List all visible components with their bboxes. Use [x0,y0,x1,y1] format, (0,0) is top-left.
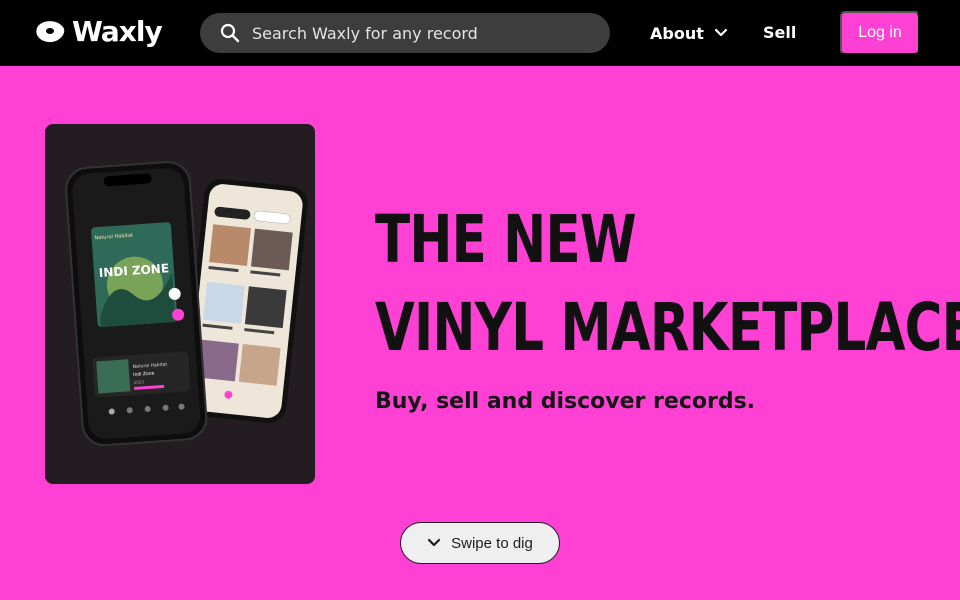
vinyl-record-logo-icon [36,21,65,43]
now-playing-year: 2023 [134,379,145,385]
headline-line-1: THE NEW [375,201,637,278]
brand-name: Waxly [72,15,163,48]
login-button[interactable]: Log in [840,11,920,55]
about-label: About [650,23,704,43]
phone-mockups-illustration: INDI ZONE Natural Habitat Natural Habita… [65,161,308,447]
hero-headline: THE NEW VINYL MARKETPLACE [375,196,960,372]
search-input[interactable]: Search Waxly for any record [200,13,610,53]
app-phone-mockups: INDI ZONE Natural Habitat Natural Habita… [45,124,315,484]
chevron-down-icon [714,28,727,37]
top-navigation-bar: Waxly Search Waxly for any record About … [0,0,960,66]
hero-tagline: Buy, sell and discover records. [375,389,756,414]
chevron-down-icon [428,538,441,547]
search-icon [220,23,240,43]
about-menu[interactable]: About [650,22,728,44]
swipe-to-dig-button[interactable]: Swipe to dig [400,522,560,564]
swipe-label: Swipe to dig [451,534,533,552]
waxly-logo[interactable]: Waxly [34,15,163,49]
headline-line-2: VINYL MARKETPLACE [375,289,960,366]
sell-link[interactable]: Sell [763,22,796,44]
search-placeholder: Search Waxly for any record [252,23,478,43]
